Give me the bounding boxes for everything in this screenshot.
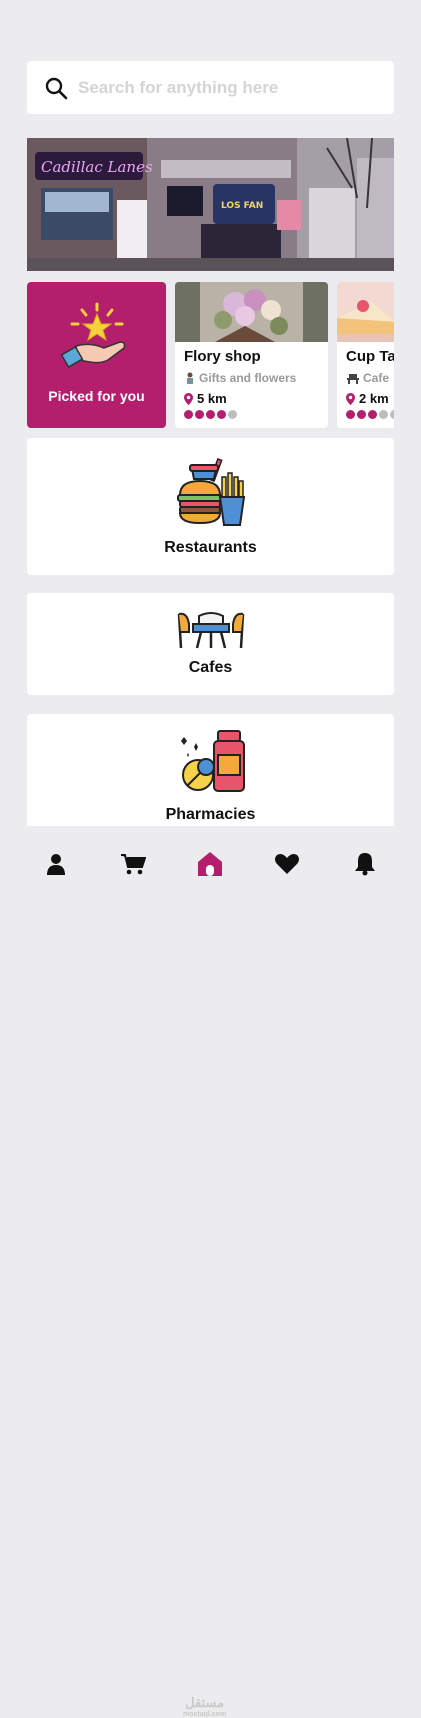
rating-dot-filled [184,410,193,419]
location-pin-icon [346,392,355,405]
profile-icon [47,854,65,875]
rating-dot-filled [368,410,377,419]
category-card-cafes[interactable]: Cafes [27,593,394,695]
rating-dot-filled [217,410,226,419]
store-sign: LOS FAN [221,201,263,211]
shop-category-label: Gifts and flowers [199,371,297,385]
florist-icon [187,372,193,384]
search-input[interactable] [76,76,380,99]
rating-dot-empty [228,410,237,419]
shop-card[interactable]: Cup Ta Cafe 2 km [337,282,394,428]
hand-star-icon [60,302,125,369]
shop-name: Flory shop [184,348,261,365]
shop-carousel[interactable]: Picked for you Flory shop Gifts and flow… [27,282,394,428]
category-title: Restaurants [164,539,257,556]
shop-distance: 2 km [346,391,389,406]
category-card-restaurants[interactable]: Restaurants [27,438,394,575]
neon-sign: Cadillac Lanes [41,158,153,176]
home-icon [198,852,222,876]
watermark-arabic: مستقل [185,1695,225,1710]
storefront-image: Cadillac Lanes LOS FAN [27,138,394,271]
search-icon [44,76,68,100]
nav-home[interactable] [196,850,224,878]
shop-category: Cafe [346,371,389,385]
shop-category: Gifts and flowers [184,371,296,385]
rating-dot-filled [346,410,355,419]
bell-icon [355,853,375,876]
shop-photo [337,282,394,342]
bottom-navigation: مستقل mostaql.com [0,826,421,1718]
medicine-icon [180,730,245,792]
shop-distance-label: 5 km [197,391,227,406]
picked-for-you-label: Picked for you [48,388,145,404]
shop-card[interactable]: Flory shop Gifts and flowers 5 km [175,282,328,428]
shop-distance-label: 2 km [359,391,389,406]
rating-dot-empty [379,410,388,419]
category-title: Cafes [188,659,233,676]
search-bar[interactable] [27,61,394,114]
shop-name: Cup Ta [346,348,394,365]
cafe-table-icon [177,612,244,649]
shop-rating [346,410,394,419]
shop-category-label: Cafe [363,371,390,385]
shop-rating [184,410,237,419]
nav-notifications[interactable] [351,850,379,878]
fast-food-icon [176,458,245,526]
heart-icon [275,854,299,874]
shop-distance: 5 km [184,391,227,406]
rating-dot-filled [206,410,215,419]
rating-dot-filled [195,410,204,419]
picked-for-you-card[interactable]: Picked for you [27,282,166,428]
nav-favorites[interactable] [273,850,301,878]
category-title: Pharmacies [165,806,256,823]
watermark-latin: mostaql.com [183,1711,227,1718]
location-pin-icon [184,392,193,405]
cafe-table-icon [347,374,359,384]
rating-dot-empty [390,410,394,419]
rating-dot-filled [357,410,366,419]
featured-banner[interactable]: Cadillac Lanes LOS FAN [27,138,394,271]
cart-icon [121,854,146,875]
nav-profile[interactable] [42,850,70,878]
shop-photo [175,282,328,342]
category-card-pharmacies[interactable]: Pharmacies [27,714,394,826]
watermark: مستقل mostaql.com [183,1695,226,1718]
nav-cart[interactable] [119,850,147,878]
